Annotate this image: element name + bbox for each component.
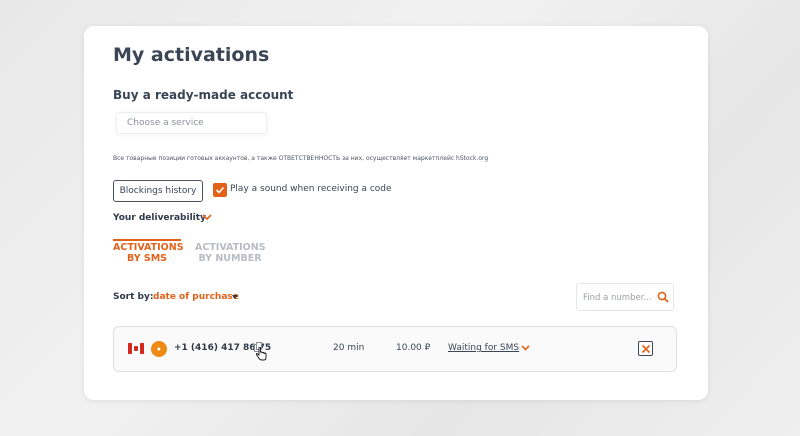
page-title: My activations	[113, 44, 270, 66]
chevron-down-icon[interactable]	[202, 214, 212, 221]
chevron-down-icon[interactable]	[521, 345, 530, 351]
activation-row: ● +1 (416) 417 86 75 20 min 10.00 ₽ Wait…	[113, 326, 677, 372]
caret-down-icon[interactable]	[232, 295, 238, 299]
activations-card: My activations Buy a ready-made account …	[84, 26, 708, 400]
tab-label-line2: BY NUMBER	[198, 253, 262, 264]
choose-service-select[interactable]: Choose a service	[116, 112, 267, 134]
play-sound-label: Play a sound when receiving a code	[230, 184, 392, 194]
cancel-activation-button[interactable]	[638, 341, 653, 356]
search-input[interactable]: Find a number...	[583, 293, 652, 303]
tab-activations-by-sms[interactable]: ACTIVATIONS BY SMS	[113, 242, 184, 264]
sort-dropdown[interactable]: date of purchase	[153, 292, 239, 302]
search-icon[interactable]	[657, 291, 669, 303]
checkmark-icon	[215, 186, 225, 194]
tab-activations-by-number[interactable]: ACTIVATIONS BY NUMBER	[195, 242, 266, 264]
play-sound-checkbox[interactable]	[213, 183, 227, 197]
deliverability-toggle[interactable]: Your deliverability	[113, 213, 206, 223]
activation-time: 20 min	[333, 343, 365, 353]
blockings-history-button[interactable]: Blockings history	[113, 180, 203, 202]
activation-status[interactable]: Waiting for SMS	[448, 343, 519, 353]
search-field[interactable]: Find a number...	[576, 283, 674, 311]
tab-label-line1: ACTIVATIONS	[113, 242, 184, 253]
close-icon	[641, 344, 650, 353]
canada-flag-icon	[128, 343, 144, 354]
hand-cursor-icon	[255, 347, 267, 361]
sort-label: Sort by:	[113, 292, 154, 302]
activation-price: 10.00 ₽	[396, 343, 431, 353]
active-tab-indicator	[113, 239, 181, 241]
buy-account-title: Buy a ready-made account	[113, 88, 294, 102]
disclaimer-text: Все товарные позиции готовых аккаунтов, …	[113, 155, 489, 162]
tab-label-line1: ACTIVATIONS	[195, 242, 266, 253]
service-logo-icon: ●	[151, 341, 167, 357]
tab-label-line2: BY SMS	[126, 253, 168, 264]
